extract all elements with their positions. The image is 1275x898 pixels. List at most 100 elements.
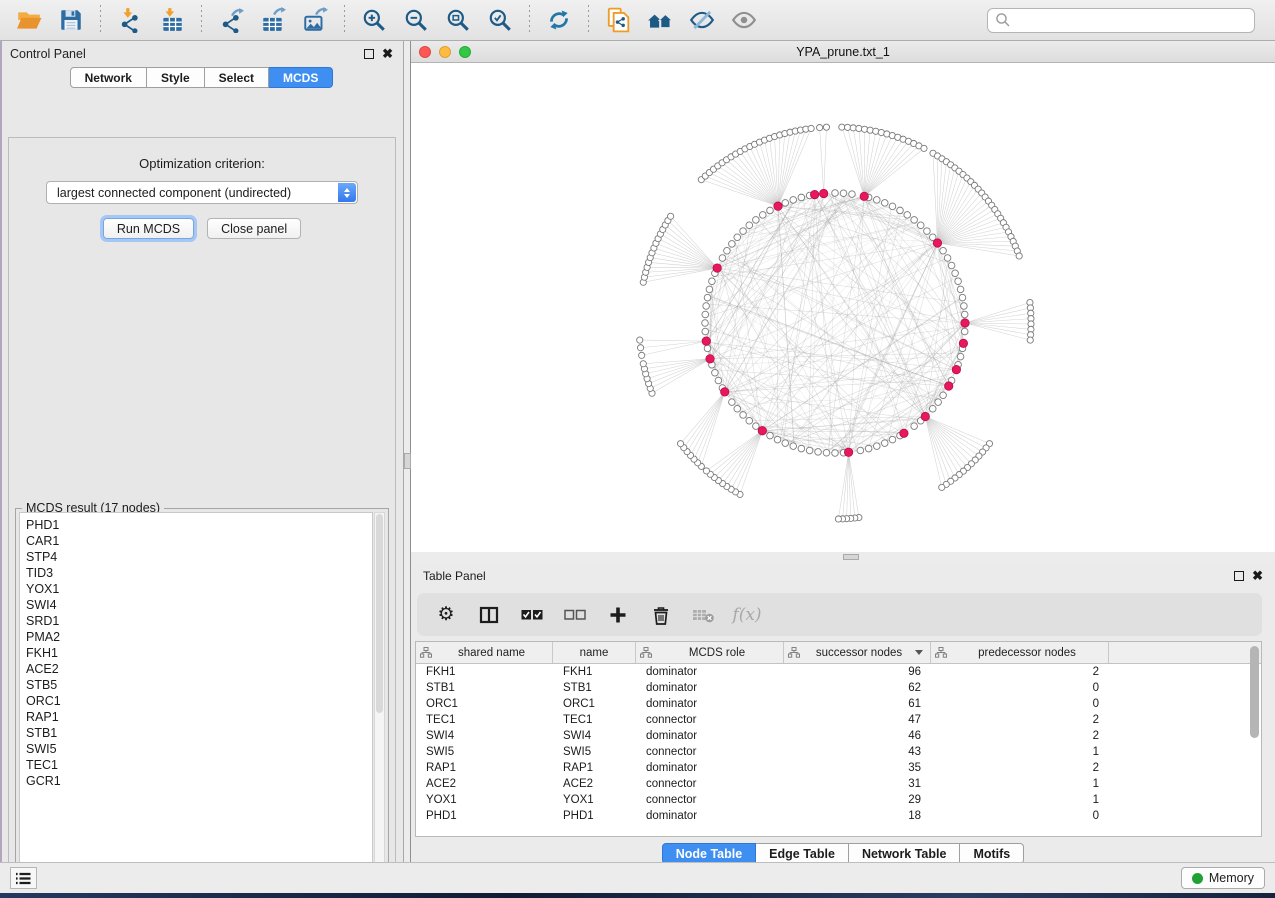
cell-MCDS-role[interactable]: dominator (636, 698, 784, 710)
task-history-button[interactable] (10, 867, 37, 889)
cell-MCDS-role[interactable]: dominator (636, 682, 784, 694)
cell-shared-name[interactable]: SWI4 (416, 730, 553, 742)
zoom-in-button[interactable] (357, 4, 391, 36)
column-header-successor-nodes[interactable]: successor nodes (784, 642, 931, 663)
delete-column-icon[interactable] (648, 604, 674, 626)
cell-name[interactable]: FKH1 (553, 666, 636, 678)
table-row[interactable]: FKH1FKH1dominator962 (416, 664, 1261, 680)
column-header-name[interactable]: name (553, 642, 636, 663)
table-row[interactable]: SWI5SWI5connector431 (416, 744, 1261, 760)
show-columns-icon[interactable] (476, 604, 502, 626)
zoom-out-button[interactable] (399, 4, 433, 36)
cell-MCDS-role[interactable]: connector (636, 714, 784, 726)
cell-predecessor-nodes[interactable]: 2 (931, 714, 1109, 726)
float-panel-icon[interactable] (364, 49, 374, 59)
show-all-button[interactable] (727, 4, 761, 36)
cell-predecessor-nodes[interactable]: 0 (931, 682, 1109, 694)
cell-successor-nodes[interactable]: 18 (784, 810, 931, 822)
horizontal-splitter[interactable] (411, 552, 1275, 562)
refresh-button[interactable] (542, 4, 576, 36)
import-table-button[interactable] (155, 4, 189, 36)
tab-style[interactable]: Style (147, 67, 205, 88)
cell-MCDS-role[interactable]: dominator (636, 810, 784, 822)
cell-name[interactable]: YOX1 (553, 794, 636, 806)
cell-successor-nodes[interactable]: 61 (784, 698, 931, 710)
splitter-handle[interactable] (843, 554, 859, 560)
cell-shared-name[interactable]: YOX1 (416, 794, 553, 806)
cell-predecessor-nodes[interactable]: 0 (931, 810, 1109, 822)
table-row[interactable]: PHD1PHD1dominator180 (416, 808, 1261, 824)
cell-MCDS-role[interactable]: dominator (636, 762, 784, 774)
column-header-predecessor-nodes[interactable]: predecessor nodes (931, 642, 1109, 663)
cell-MCDS-role[interactable]: connector (636, 746, 784, 758)
cell-name[interactable]: STB1 (553, 682, 636, 694)
cell-name[interactable]: ORC1 (553, 698, 636, 710)
close-panel-icon[interactable]: ✖ (1252, 571, 1263, 581)
mcds-result-item[interactable]: STB5 (26, 677, 372, 693)
memory-button[interactable]: Memory (1181, 867, 1265, 889)
mcds-result-item[interactable]: CAR1 (26, 533, 372, 549)
mcds-result-item[interactable]: STP4 (26, 549, 372, 565)
tab-network-table[interactable]: Network Table (849, 843, 961, 864)
tab-node-table[interactable]: Node Table (662, 843, 756, 864)
table-row[interactable]: RAP1RAP1dominator352 (416, 760, 1261, 776)
table-row[interactable]: SWI4SWI4dominator462 (416, 728, 1261, 744)
cell-successor-nodes[interactable]: 46 (784, 730, 931, 742)
column-header-MCDS-role[interactable]: MCDS role (636, 642, 784, 663)
export-network-button[interactable] (214, 4, 248, 36)
cell-name[interactable]: RAP1 (553, 762, 636, 774)
cell-MCDS-role[interactable]: connector (636, 794, 784, 806)
vertical-splitter[interactable] (404, 41, 411, 862)
mcds-result-item[interactable]: SWI4 (26, 597, 372, 613)
table-row[interactable]: TEC1TEC1connector472 (416, 712, 1261, 728)
cell-predecessor-nodes[interactable]: 2 (931, 666, 1109, 678)
cell-name[interactable]: SWI4 (553, 730, 636, 742)
search-input[interactable] (987, 8, 1255, 33)
cell-shared-name[interactable]: STB1 (416, 682, 553, 694)
cell-successor-nodes[interactable]: 43 (784, 746, 931, 758)
cell-shared-name[interactable]: ORC1 (416, 698, 553, 710)
mcds-result-item[interactable]: FKH1 (26, 645, 372, 661)
tab-select[interactable]: Select (205, 67, 269, 88)
duplicate-network-button[interactable] (601, 4, 635, 36)
cell-name[interactable]: ACE2 (553, 778, 636, 790)
mcds-result-item[interactable]: PHD1 (26, 517, 372, 533)
cell-successor-nodes[interactable]: 47 (784, 714, 931, 726)
zoom-fit-button[interactable] (441, 4, 475, 36)
cell-successor-nodes[interactable]: 35 (784, 762, 931, 774)
table-row[interactable]: YOX1YOX1connector291 (416, 792, 1261, 808)
cell-predecessor-nodes[interactable]: 2 (931, 730, 1109, 742)
homes-button[interactable] (643, 4, 677, 36)
cell-predecessor-nodes[interactable]: 2 (931, 762, 1109, 774)
mcds-result-item[interactable]: RAP1 (26, 709, 372, 725)
tab-network[interactable]: Network (70, 67, 147, 88)
create-column-icon[interactable] (605, 604, 631, 626)
cell-name[interactable]: PHD1 (553, 810, 636, 822)
table-scrollbar[interactable] (1250, 644, 1259, 834)
close-panel-button[interactable]: Close panel (207, 218, 301, 239)
select-all-columns-icon[interactable] (519, 604, 545, 626)
tab-mcds[interactable]: MCDS (269, 67, 333, 88)
run-mcds-button[interactable]: Run MCDS (103, 218, 194, 239)
unselect-all-columns-icon[interactable] (562, 604, 588, 626)
mcds-result-list[interactable]: PHD1CAR1STP4TID3YOX1SWI4SRD1PMA2FKH1ACE2… (19, 512, 373, 875)
export-table-button[interactable] (256, 4, 290, 36)
export-image-button[interactable] (298, 4, 332, 36)
mcds-result-item[interactable]: GCR1 (26, 773, 372, 789)
mcds-result-item[interactable]: TID3 (26, 565, 372, 581)
tab-edge-table[interactable]: Edge Table (756, 843, 849, 864)
hide-selected-button[interactable] (685, 4, 719, 36)
cell-MCDS-role[interactable]: connector (636, 778, 784, 790)
cell-shared-name[interactable]: ACE2 (416, 778, 553, 790)
open-file-button[interactable] (12, 4, 46, 36)
splitter-handle[interactable] (404, 453, 411, 469)
cell-successor-nodes[interactable]: 31 (784, 778, 931, 790)
mcds-result-item[interactable]: TEC1 (26, 757, 372, 773)
table-row[interactable]: ORC1ORC1dominator610 (416, 696, 1261, 712)
cell-shared-name[interactable]: SWI5 (416, 746, 553, 758)
mcds-result-item[interactable]: STB1 (26, 725, 372, 741)
tab-motifs[interactable]: Motifs (960, 843, 1024, 864)
cell-predecessor-nodes[interactable]: 1 (931, 778, 1109, 790)
cell-shared-name[interactable]: RAP1 (416, 762, 553, 774)
cell-predecessor-nodes[interactable]: 0 (931, 698, 1109, 710)
